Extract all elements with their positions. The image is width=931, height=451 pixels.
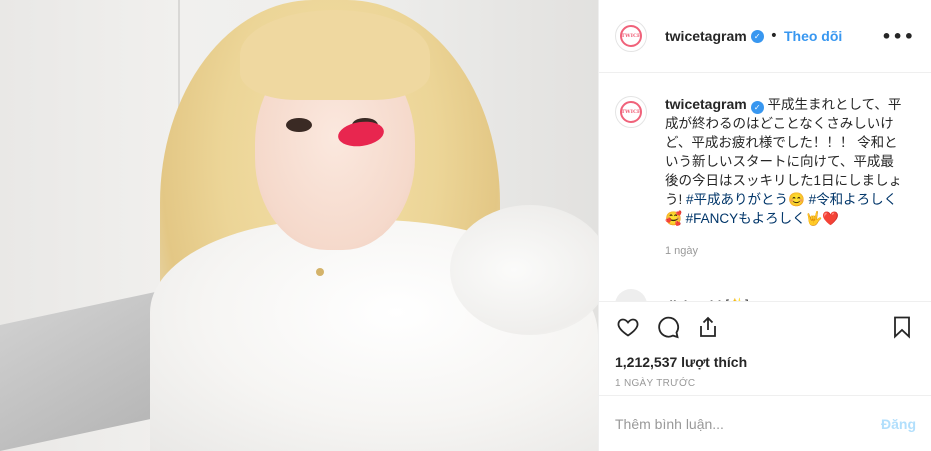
comment-text: [✨]	[725, 297, 748, 301]
commenter-username[interactable]: djaluvaid	[665, 298, 721, 302]
twice-logo-icon: TWICE	[620, 101, 642, 123]
caption-avatar[interactable]: TWICE	[615, 96, 647, 128]
post-side-panel: TWICE twicetagram ✓ • Theo dõi ••• TWICE…	[598, 0, 931, 451]
twice-logo-text: TWICE	[621, 109, 641, 115]
more-options-icon[interactable]: •••	[881, 27, 915, 46]
post-timestamp[interactable]: 1 NGÀY TRƯỚC	[615, 378, 915, 389]
left-eye	[286, 118, 312, 132]
verified-icon: ✓	[750, 29, 764, 43]
author-avatar[interactable]: TWICE	[615, 20, 647, 52]
share-icon[interactable]	[695, 314, 721, 340]
caption-body: twicetagram ✓ 平成生まれとして、平成が終わるのはどことなくさみしいけ…	[665, 95, 905, 261]
like-heart-icon[interactable]	[615, 314, 641, 340]
twice-logo-text: TWICE	[621, 33, 641, 39]
commenter-avatar[interactable]	[615, 289, 647, 301]
post-photo[interactable]	[0, 0, 598, 451]
caption-time[interactable]: 1 ngày	[665, 242, 905, 261]
necklace	[316, 268, 324, 276]
verified-icon: ✓	[750, 101, 764, 114]
author-username[interactable]: twicetagram	[665, 28, 747, 44]
caption-username[interactable]: twicetagram	[665, 96, 747, 112]
arm	[450, 205, 598, 335]
comment-bubble-icon[interactable]	[655, 314, 681, 340]
bangs	[240, 10, 430, 100]
bookmark-icon[interactable]	[889, 314, 915, 340]
action-icons	[615, 302, 915, 352]
caption: TWICE twicetagram ✓ 平成生まれとして、平成が終わるのはどことな…	[615, 95, 915, 261]
post-header: TWICE twicetagram ✓ • Theo dõi •••	[599, 0, 931, 73]
post-comment-button[interactable]: Đăng	[881, 416, 916, 432]
separator-dot: •	[769, 28, 778, 44]
comment-input[interactable]	[615, 415, 881, 432]
add-comment-bar: Đăng	[599, 395, 931, 451]
comments-section[interactable]: TWICE twicetagram ✓ 平成生まれとして、平成が終わるのはどことな…	[599, 73, 931, 301]
hashtag-link[interactable]: #FANCYもよろしく🤟❤️	[686, 211, 840, 226]
follow-button[interactable]: Theo dõi	[784, 28, 842, 44]
twice-logo-icon: TWICE	[620, 25, 642, 47]
comment-item: djaluvaid [✨]	[615, 289, 749, 301]
like-count[interactable]: 1,212,537 lượt thích	[615, 354, 915, 370]
hashtag-link[interactable]: #平成ありがとう😊	[686, 192, 805, 207]
